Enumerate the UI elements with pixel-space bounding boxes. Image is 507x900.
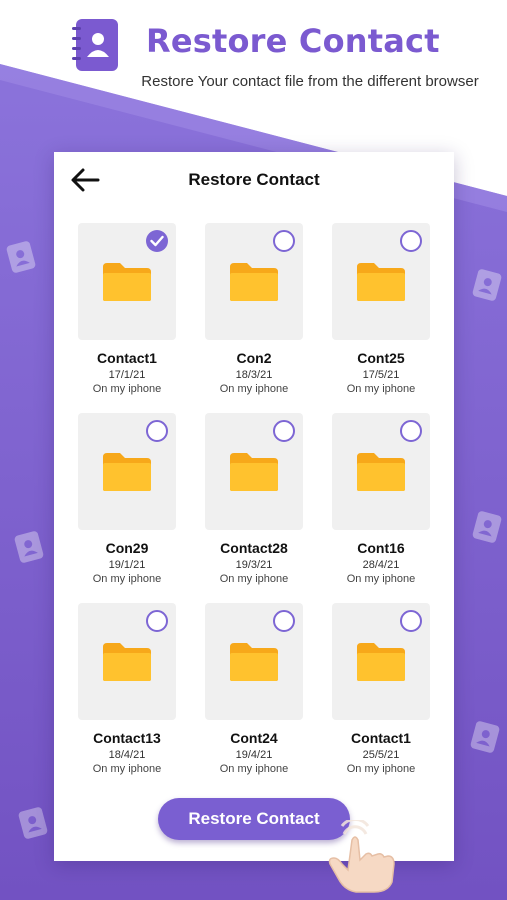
contact-file-name: Con29	[105, 540, 149, 556]
selected-checkmark-icon[interactable]	[146, 230, 168, 252]
contact-file-item[interactable]: Contact13 18/4/21 On my iphone	[78, 603, 176, 777]
contact-book-icon	[72, 19, 118, 71]
contact-file-item[interactable]: Contact1 25/5/21 On my iphone	[332, 603, 430, 777]
contact-file-date: 18/4/21	[108, 749, 146, 761]
contact-file-item[interactable]: Contact1 17/1/21 On my iphone	[78, 223, 176, 397]
contact-file-thumbnail[interactable]	[205, 223, 303, 340]
contact-file-name: Contact1	[351, 730, 411, 746]
select-checkbox[interactable]	[273, 230, 295, 252]
contact-file-thumbnail[interactable]	[332, 223, 430, 340]
contact-file-date: 19/4/21	[235, 749, 273, 761]
page-subtitle: Restore Your contact file from the diffe…	[141, 73, 479, 90]
contact-file-date: 19/1/21	[108, 559, 146, 571]
contact-file-location: On my iphone	[92, 383, 162, 395]
hand-pointer-icon	[328, 820, 395, 893]
contact-file-thumbnail[interactable]	[205, 413, 303, 530]
select-checkbox[interactable]	[273, 610, 295, 632]
folder-icon	[357, 453, 405, 491]
contact-file-location: On my iphone	[346, 763, 416, 775]
contact-file-item[interactable]: Con2 18/3/21 On my iphone	[205, 223, 303, 397]
contact-file-thumbnail[interactable]	[332, 603, 430, 720]
contact-file-name: Cont24	[230, 730, 278, 746]
contact-file-thumbnail[interactable]	[78, 603, 176, 720]
contact-file-grid: Contact1 17/1/21 On my iphone Con2 18/3/…	[78, 223, 432, 777]
select-checkbox[interactable]	[400, 230, 422, 252]
contact-file-thumbnail[interactable]	[205, 603, 303, 720]
contact-file-date: 19/3/21	[235, 559, 273, 571]
folder-icon	[230, 453, 278, 491]
select-checkbox[interactable]	[400, 420, 422, 442]
contact-file-thumbnail[interactable]	[78, 223, 176, 340]
contact-file-date: 17/5/21	[362, 369, 400, 381]
contact-file-location: On my iphone	[92, 573, 162, 585]
contact-file-name: Contact28	[220, 540, 288, 556]
select-checkbox[interactable]	[146, 420, 168, 442]
folder-icon	[230, 263, 278, 301]
contact-file-item[interactable]: Cont25 17/5/21 On my iphone	[332, 223, 430, 397]
contact-file-thumbnail[interactable]	[78, 413, 176, 530]
contact-file-date: 25/5/21	[362, 749, 400, 761]
contact-file-item[interactable]: Contact28 19/3/21 On my iphone	[205, 413, 303, 587]
select-checkbox[interactable]	[400, 610, 422, 632]
contact-file-name: Contact13	[93, 730, 161, 746]
contact-file-location: On my iphone	[219, 573, 289, 585]
folder-icon	[230, 643, 278, 681]
contact-file-location: On my iphone	[346, 573, 416, 585]
contact-file-location: On my iphone	[219, 763, 289, 775]
select-checkbox[interactable]	[146, 610, 168, 632]
contact-file-name: Cont25	[357, 350, 405, 366]
select-checkbox[interactable]	[273, 420, 295, 442]
checkmark-icon	[150, 235, 164, 247]
contact-file-name: Con2	[236, 350, 272, 366]
contact-file-name: Cont16	[357, 540, 405, 556]
contact-file-location: On my iphone	[92, 763, 162, 775]
page-title: Restore Contact	[146, 22, 440, 60]
folder-icon	[103, 263, 151, 301]
restore-card: Restore Contact Contact1 17/1/21 On my i…	[54, 152, 454, 861]
folder-icon	[357, 263, 405, 301]
contact-file-date: 17/1/21	[108, 369, 146, 381]
contact-file-date: 28/4/21	[362, 559, 400, 571]
contact-file-thumbnail[interactable]	[332, 413, 430, 530]
contact-file-location: On my iphone	[346, 383, 416, 395]
contact-file-location: On my iphone	[219, 383, 289, 395]
contact-file-item[interactable]: Con29 19/1/21 On my iphone	[78, 413, 176, 587]
folder-icon	[103, 643, 151, 681]
folder-icon	[357, 643, 405, 681]
contact-file-name: Contact1	[97, 350, 157, 366]
contact-file-date: 18/3/21	[235, 369, 273, 381]
card-title: Restore Contact	[188, 170, 320, 189]
contact-file-item[interactable]: Cont16 28/4/21 On my iphone	[332, 413, 430, 587]
folder-icon	[103, 453, 151, 491]
contact-file-item[interactable]: Cont24 19/4/21 On my iphone	[205, 603, 303, 777]
